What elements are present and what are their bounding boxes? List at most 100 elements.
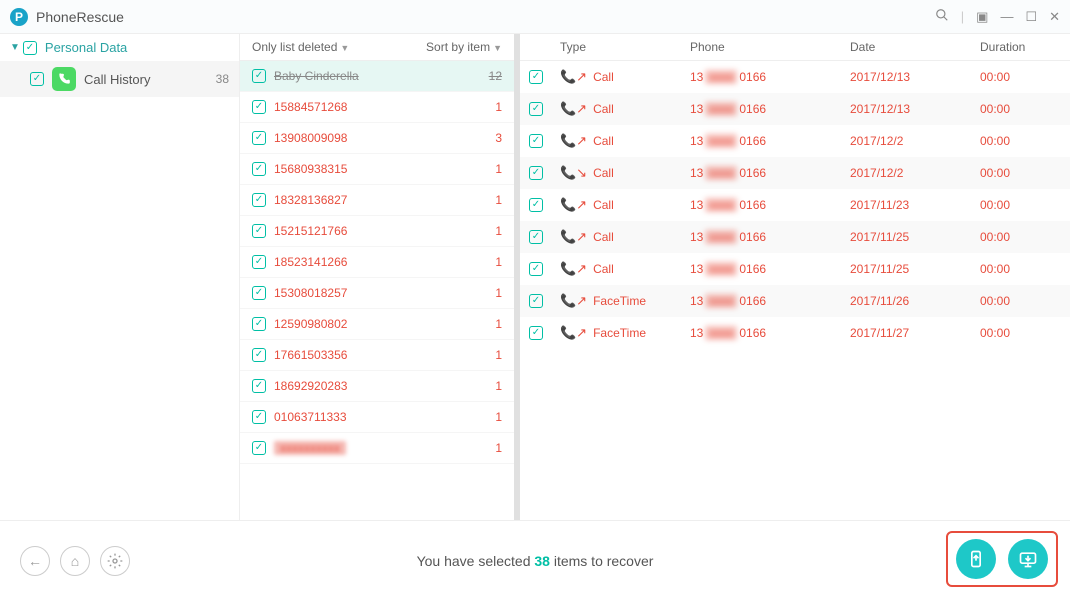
contact-count: 1 (495, 255, 502, 269)
checkbox[interactable] (529, 262, 543, 276)
call-date: 2017/12/2 (850, 166, 980, 180)
checkbox[interactable] (252, 410, 266, 424)
call-duration: 00:00 (980, 102, 1060, 116)
call-type: 📞↗Call (560, 101, 690, 117)
checkbox[interactable] (252, 100, 266, 114)
contact-row[interactable]: 176615033561 (240, 340, 514, 371)
app-title: PhoneRescue (36, 9, 124, 25)
sidebar: ▼ Personal Data Call History 38 (0, 34, 240, 520)
pin-icon[interactable]: ▣ (976, 9, 988, 25)
checkbox[interactable] (529, 70, 543, 84)
checkbox[interactable] (252, 379, 266, 393)
recover-to-device-button[interactable] (956, 539, 996, 579)
sidebar-item-call-history[interactable]: Call History 38 (0, 61, 239, 97)
contact-name: 01063711333 (274, 410, 347, 424)
caret-down-icon[interactable]: ▼ (10, 42, 20, 53)
contact-row[interactable]: 153080182571 (240, 278, 514, 309)
checkbox[interactable] (252, 69, 266, 83)
checkbox[interactable] (252, 441, 266, 455)
call-detail-pane: Type Phone Date Duration 📞↗Call13xxxx016… (520, 34, 1070, 520)
call-type: 📞↘Call (560, 165, 690, 181)
contact-row[interactable]: 18692920283 1 (240, 371, 514, 402)
call-row[interactable]: 📞↗Call13xxxx01662017/12/200:00 (520, 125, 1070, 157)
call-duration: 00:00 (980, 70, 1060, 84)
call-table-body[interactable]: 📞↗Call13xxxx01662017/12/1300:00📞↗Call13x… (520, 61, 1070, 520)
checkbox[interactable] (252, 286, 266, 300)
call-row[interactable]: 📞↗FaceTime13xxxx01662017/11/2600:00 (520, 285, 1070, 317)
checkbox[interactable] (252, 348, 266, 362)
checkbox[interactable] (252, 193, 266, 207)
checkbox[interactable] (30, 72, 44, 86)
call-direction-icon: 📞↗ (560, 69, 587, 85)
maximize-icon[interactable]: ☐ (1025, 9, 1037, 25)
footer: ← ⌂ You have selected 38 items to recove… (0, 520, 1070, 600)
contact-row[interactable]: 152151217661 (240, 216, 514, 247)
checkbox[interactable] (252, 131, 266, 145)
call-type: 📞↗Call (560, 229, 690, 245)
checkbox[interactable] (529, 102, 543, 116)
contact-name: 18692920283 (274, 379, 347, 393)
footer-message: You have selected 38 items to recover (417, 553, 654, 569)
checkbox[interactable] (529, 326, 543, 340)
contact-row[interactable]: 139080090983 (240, 123, 514, 154)
contact-name: 15308018257 (274, 286, 347, 300)
sort-dropdown[interactable]: Sort by item▼ (426, 40, 502, 54)
call-type: 📞↗Call (560, 133, 690, 149)
sidebar-item-label: Call History (84, 72, 150, 87)
home-button[interactable]: ⌂ (60, 546, 90, 576)
close-icon[interactable]: ✕ (1049, 9, 1060, 25)
call-direction-icon: 📞↗ (560, 229, 587, 245)
contact-row[interactable]: 125909808021 (240, 309, 514, 340)
checkbox[interactable] (529, 230, 543, 244)
call-direction-icon: 📞↗ (560, 197, 587, 213)
call-row[interactable]: 📞↗FaceTime13xxxx01662017/11/2700:00 (520, 317, 1070, 349)
contact-row[interactable]: 010637113331 (240, 402, 514, 433)
contact-row[interactable]: xxxxxxxxxx1 (240, 433, 514, 464)
contact-row[interactable]: 183281368271 (240, 185, 514, 216)
contact-name: 15215121766 (274, 224, 347, 238)
checkbox[interactable] (529, 198, 543, 212)
search-icon[interactable] (935, 8, 949, 25)
chevron-down-icon: ▼ (493, 43, 502, 53)
call-row[interactable]: 📞↗Call13xxxx01662017/11/2500:00 (520, 221, 1070, 253)
recover-to-computer-button[interactable] (1008, 539, 1048, 579)
contact-row[interactable]: 185231412661 (240, 247, 514, 278)
contact-row[interactable]: Baby Cinderella12 (240, 61, 514, 92)
checkbox[interactable] (529, 166, 543, 180)
checkbox[interactable] (529, 294, 543, 308)
contact-count: 1 (495, 193, 502, 207)
call-row[interactable]: 📞↘Call13xxxx01662017/12/200:00 (520, 157, 1070, 189)
back-button[interactable]: ← (20, 546, 50, 576)
checkbox[interactable] (252, 162, 266, 176)
checkbox[interactable] (529, 134, 543, 148)
window-controls: | ▣ — ☐ ✕ (935, 8, 1060, 25)
call-date: 2017/12/13 (850, 70, 980, 84)
app-logo: P (10, 8, 28, 26)
checkbox[interactable] (252, 317, 266, 331)
call-phone: 13xxxx0166 (690, 198, 850, 212)
checkbox[interactable] (252, 255, 266, 269)
call-row[interactable]: 📞↗Call13xxxx01662017/12/1300:00 (520, 93, 1070, 125)
call-type: 📞↗FaceTime (560, 325, 690, 341)
call-row[interactable]: 📞↗Call13xxxx01662017/12/1300:00 (520, 61, 1070, 93)
contact-name: 12590980802 (274, 317, 347, 331)
call-date: 2017/12/13 (850, 102, 980, 116)
contact-row[interactable]: 156809383151 (240, 154, 514, 185)
phone-app-icon (52, 67, 76, 91)
filter-dropdown[interactable]: Only list deleted▼ (252, 40, 349, 54)
checkbox[interactable] (23, 41, 37, 55)
checkbox[interactable] (252, 224, 266, 238)
contact-row[interactable]: 158845712681 (240, 92, 514, 123)
call-date: 2017/12/2 (850, 134, 980, 148)
call-duration: 00:00 (980, 230, 1060, 244)
call-row[interactable]: 📞↗Call13xxxx01662017/11/2500:00 (520, 253, 1070, 285)
settings-button[interactable] (100, 546, 130, 576)
titlebar: P PhoneRescue | ▣ — ☐ ✕ (0, 0, 1070, 34)
contact-count: 1 (495, 379, 502, 393)
call-row[interactable]: 📞↗Call13xxxx01662017/11/2300:00 (520, 189, 1070, 221)
tree-root-personal-data[interactable]: ▼ Personal Data (0, 34, 239, 61)
minimize-icon[interactable]: — (1000, 9, 1013, 24)
contact-list[interactable]: Baby Cinderella1215884571268113908009098… (240, 61, 514, 520)
contact-count: 1 (495, 100, 502, 114)
header-phone: Phone (690, 40, 850, 54)
